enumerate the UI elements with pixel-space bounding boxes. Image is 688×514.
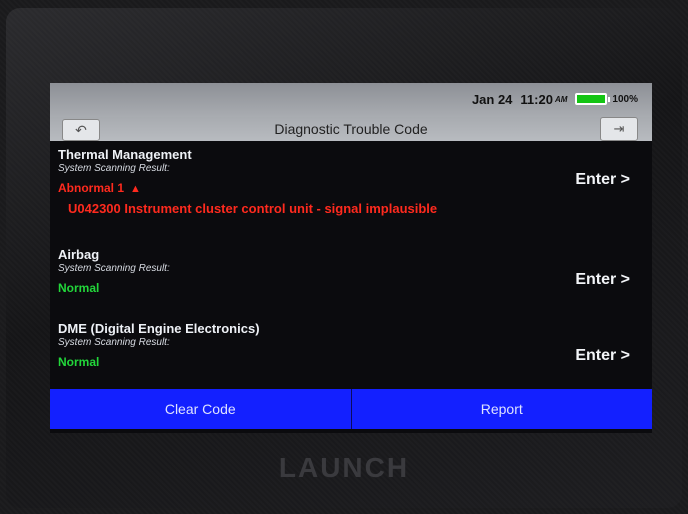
enter-button-dme[interactable]: Enter > [575, 347, 630, 365]
report-button[interactable]: Report [351, 389, 652, 429]
status-indicators: Jan 24 11:20 AM 100% [472, 90, 638, 108]
title-bar: ↶ Diagnostic Trouble Code ⇥ [50, 117, 652, 141]
battery-percent: 100% [612, 93, 638, 105]
system-name: Thermal Management [58, 147, 192, 162]
system-subtitle: System Scanning Result: [58, 163, 170, 174]
status-bar: Jan 24 11:20 AM 100% [50, 83, 652, 117]
brand-logo: LAUNCH [278, 452, 410, 483]
battery-cap [608, 96, 611, 102]
system-name: Airbag [58, 247, 100, 262]
warning-triangle-icon: ▲ [130, 183, 141, 195]
dtc-line[interactable]: U042300 Instrument cluster control unit … [68, 201, 638, 216]
status-time: 11:20 [520, 91, 553, 107]
system-row-airbag: Airbag System Scanning Result: Normal [58, 247, 638, 295]
device-screen: Jan 24 11:20 AM 100% ↶ Diagnostic Troubl… [50, 83, 652, 433]
exit-button[interactable]: ⇥ [600, 117, 638, 141]
system-subtitle: System Scanning Result: [58, 263, 170, 274]
system-subtitle: System Scanning Result: [58, 337, 170, 348]
system-row-dme: DME (Digital Engine Electronics) System … [58, 321, 638, 369]
action-bar: Clear Code Report [50, 389, 652, 429]
system-status-abnormal: Abnormal 1 ▲ [58, 181, 638, 195]
battery-icon [575, 93, 608, 105]
exit-icon: ⇥ [613, 121, 625, 136]
enter-button-airbag[interactable]: Enter > [575, 271, 630, 289]
status-ampm: AM [554, 94, 568, 104]
system-status-normal: Normal [58, 355, 100, 369]
system-results-list: Thermal Management System Scanning Resul… [50, 141, 652, 389]
enter-button-thermal-management[interactable]: Enter > [575, 171, 630, 189]
system-row-thermal-management: Thermal Management System Scanning Resul… [58, 147, 638, 216]
clear-code-button[interactable]: Clear Code [50, 389, 352, 429]
page-title: Diagnostic Trouble Code [274, 121, 428, 137]
status-text: Abnormal 1 [58, 181, 125, 195]
status-date: Jan 24 [471, 91, 513, 107]
system-status-normal: Normal [58, 281, 100, 295]
system-name: DME (Digital Engine Electronics) [58, 321, 260, 336]
